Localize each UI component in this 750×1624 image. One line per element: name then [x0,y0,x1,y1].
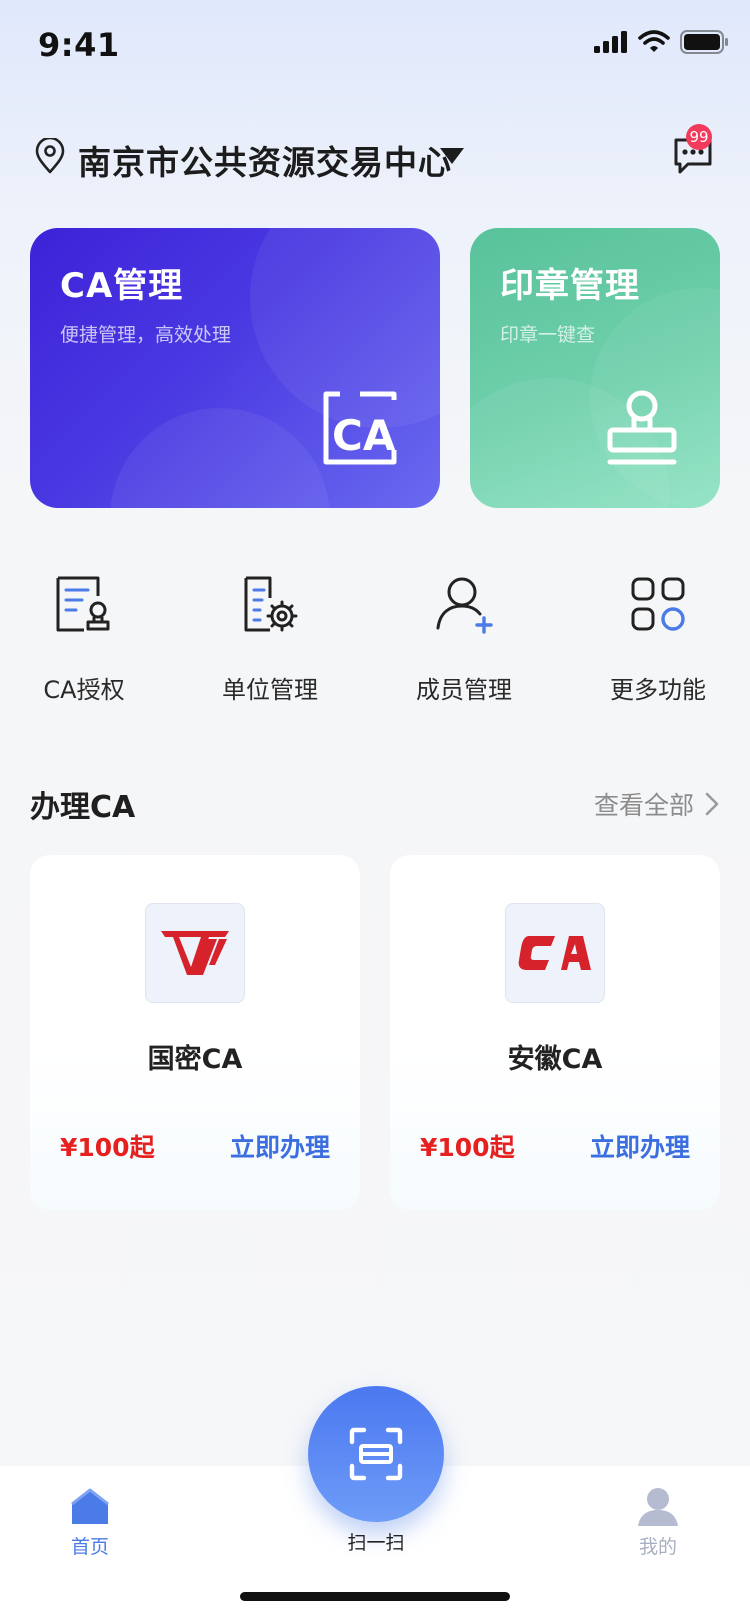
view-all-label: 查看全部 [593,791,694,820]
unread-badge: 99 [686,124,712,150]
wifi-icon [638,30,670,52]
quick-action-unit-management[interactable]: 单位管理 [180,560,360,705]
quick-action-more-functions[interactable]: 更多功能 [568,560,748,705]
anhui-ca-logo-mark [518,936,591,970]
guomi-logo [145,903,245,1003]
svg-text:CA: CA [332,411,396,460]
card-title: CA管理 [60,266,184,306]
user-icon [638,1488,678,1526]
quick-action-ca-authorize[interactable]: CA授权 [0,560,174,705]
unit-settings-icon [244,576,298,632]
tab-home[interactable]: 首页 [30,1486,150,1559]
view-all-link[interactable]: 查看全部 [594,786,720,822]
seal-management-card[interactable]: 印章管理 印章一键查 [470,228,720,508]
chevron-right-icon [705,792,719,816]
apply-now-button[interactable]: 立即办理 [230,1128,330,1164]
card-decoration [110,408,330,508]
home-icon [71,1488,109,1524]
caret-down-icon[interactable] [440,148,464,164]
scan-icon [349,1427,403,1481]
guomi-logo-mark [161,931,229,975]
quick-action-label: 更多功能 [610,676,706,704]
product-price: ¥100起 [420,1133,515,1162]
scan-label: 扫一扫 [347,1532,405,1554]
quick-action-member-management[interactable]: 成员管理 [374,560,554,705]
message-button[interactable]: 99 [672,124,718,176]
product-price: ¥100起 [60,1133,155,1162]
product-card-guomi[interactable]: 国密CA ¥100起 立即办理 [30,855,360,1210]
tab-me-label: 我的 [638,1536,677,1558]
quick-actions: CA授权 单位管理 成员管理 更多功能 [0,560,750,710]
status-icons [594,30,728,54]
home-indicator [240,1592,510,1601]
ca-certificate-icon: CA [323,391,397,465]
status-time: 9:41 [38,26,120,64]
quick-action-label: 单位管理 [222,676,318,704]
anhui-ca-logo [505,903,605,1003]
location-name[interactable]: 南京市公共资源交易中心 [78,136,452,184]
member-add-icon [436,577,493,634]
tab-me[interactable]: 我的 [598,1486,718,1559]
stamp-icon [607,390,677,465]
card-title: 印章管理 [500,266,640,306]
ca-management-card[interactable]: CA管理 便捷管理，高效处理 CA [30,228,440,508]
location-pin-icon [35,138,65,174]
status-bar: 9:41 [0,0,750,90]
product-card-anhui[interactable]: 安徽CA ¥100起 立即办理 [390,855,720,1210]
card-subtitle: 便捷管理，高效处理 [60,324,232,346]
ca-authorize-icon [56,576,110,632]
section-title: 办理CA [30,790,136,825]
location-bar[interactable]: 南京市公共资源交易中心 99 [30,124,720,190]
scan-button[interactable] [308,1386,444,1522]
product-name: 国密CA [147,1044,243,1075]
battery-icon [680,30,728,54]
product-name: 安徽CA [507,1044,603,1075]
card-subtitle: 印章一键查 [500,324,596,346]
quick-action-label: CA授权 [43,676,125,704]
cellular-signal-icon [594,31,627,53]
tab-home-label: 首页 [70,1536,109,1558]
quick-action-label: 成员管理 [416,676,512,704]
more-grid-icon [631,577,685,631]
apply-now-button[interactable]: 立即办理 [590,1128,690,1164]
